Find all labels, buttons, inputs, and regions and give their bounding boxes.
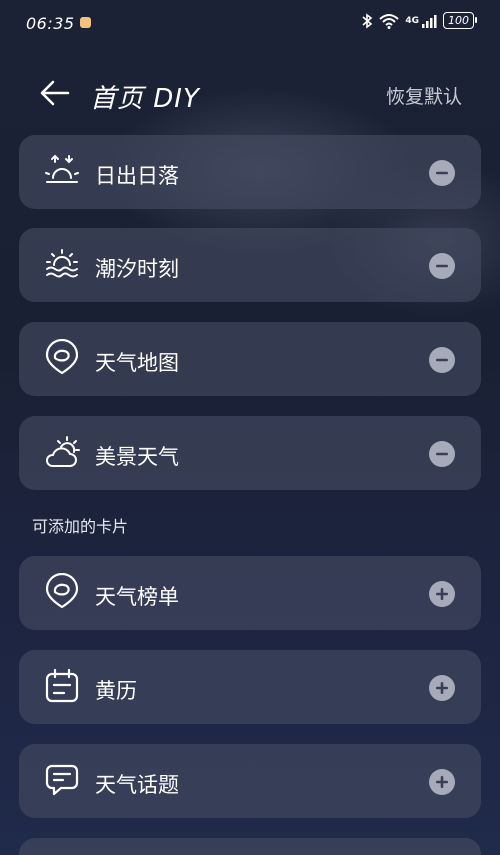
tide-icon — [46, 249, 78, 278]
card-label: 黄历 — [95, 679, 137, 703]
page-title: 首页 DIY — [90, 84, 200, 114]
signal-icon — [422, 14, 437, 28]
network-type: 4G — [405, 15, 419, 26]
card-weather-ranking: 天气榜单 — [19, 556, 481, 630]
card-partial-next — [19, 838, 481, 855]
reset-default-button[interactable]: 恢复默认 — [386, 82, 462, 109]
remove-card-button[interactable] — [429, 441, 455, 467]
minus-icon — [436, 452, 448, 456]
add-card-button[interactable] — [429, 675, 455, 701]
back-arrow-icon[interactable] — [38, 76, 72, 110]
status-bar: 06:35 4G 100 — [0, 0, 500, 48]
remove-card-button[interactable] — [429, 253, 455, 279]
card-label: 美景天气 — [95, 445, 179, 469]
notification-icon — [80, 17, 91, 28]
chat-icon — [45, 764, 79, 796]
minus-icon — [436, 358, 448, 362]
bluetooth-icon — [362, 12, 373, 29]
minus-icon — [436, 264, 448, 268]
add-card-button[interactable] — [429, 769, 455, 795]
remove-card-button[interactable] — [429, 160, 455, 186]
card-weather-topics: 天气话题 — [19, 744, 481, 818]
status-icons: 4G 100 — [361, 12, 477, 29]
sun-cloud-icon — [46, 436, 80, 467]
card-tide-times: 潮汐时刻 — [19, 228, 481, 302]
wifi-icon — [379, 13, 400, 29]
calendar-icon — [45, 668, 79, 703]
card-weather-map: 天气地图 — [19, 322, 481, 396]
card-scenic-weather: 美景天气 — [19, 416, 481, 490]
card-label: 日出日落 — [95, 164, 179, 188]
card-label: 天气地图 — [95, 351, 179, 375]
card-label: 天气榜单 — [95, 585, 179, 609]
plus-icon — [436, 776, 448, 788]
card-sunrise-sunset: 日出日落 — [19, 135, 481, 209]
minus-icon — [436, 171, 448, 175]
battery-indicator: 100 — [443, 12, 477, 29]
add-card-button[interactable] — [429, 581, 455, 607]
header: 首页 DIY 恢复默认 — [38, 74, 462, 114]
sunrise-icon — [45, 154, 79, 183]
section-title-available-cards: 可添加的卡片 — [32, 517, 129, 536]
ranking-icon — [45, 573, 79, 609]
card-label: 潮汐时刻 — [95, 257, 179, 281]
remove-card-button[interactable] — [429, 347, 455, 373]
map-pin-icon — [45, 339, 79, 375]
status-time: 06:35 — [26, 14, 75, 33]
plus-icon — [436, 682, 448, 694]
card-label: 天气话题 — [95, 773, 179, 797]
plus-icon — [436, 588, 448, 600]
card-almanac: 黄历 — [19, 650, 481, 724]
